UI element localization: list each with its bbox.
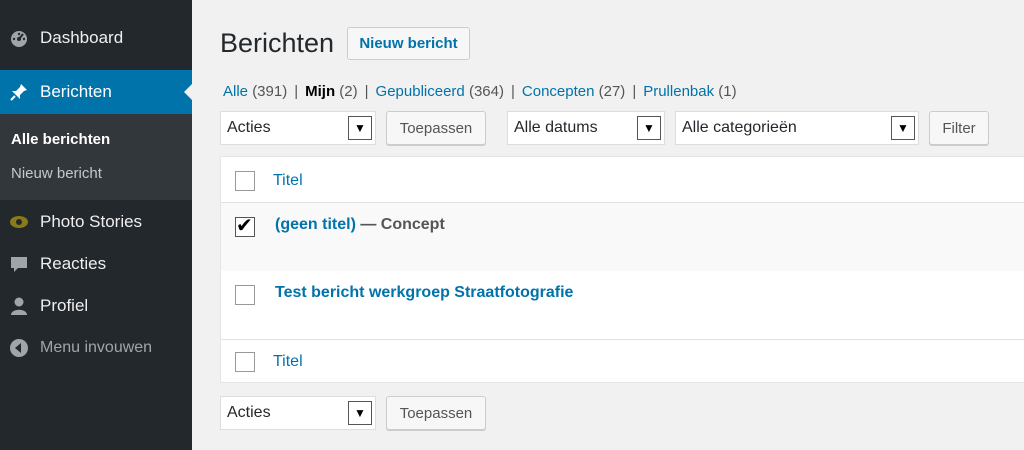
post-title-link[interactable]: (geen titel) — Concept — [275, 216, 445, 234]
eye-icon — [8, 211, 30, 233]
select-all-checkbox[interactable] — [235, 171, 255, 191]
collapse-icon — [8, 337, 30, 359]
filter-link-concepten[interactable]: Concepten (27) — [522, 83, 625, 100]
filter-button[interactable]: Filter — [929, 111, 989, 145]
chevron-down-icon: ▼ — [891, 116, 915, 140]
separator: | — [632, 83, 637, 100]
user-icon — [8, 295, 30, 317]
date-filter-select[interactable]: Alle datums ▼ — [507, 111, 665, 145]
separator: | — [364, 83, 369, 100]
submenu-berichten: Alle berichten Nieuw bericht — [0, 114, 192, 200]
separator: | — [510, 83, 515, 100]
menu-label: Berichten — [40, 82, 112, 101]
chevron-down-icon: ▼ — [637, 116, 661, 140]
filter-link-prullenbak[interactable]: Prullenbak (1) — [643, 83, 736, 100]
submenu-item-alle-berichten[interactable]: Alle berichten — [11, 131, 110, 148]
dashboard-icon — [8, 27, 30, 49]
menu-item-berichten[interactable]: Berichten — [0, 70, 192, 114]
select-all-checkbox-footer[interactable] — [235, 352, 255, 372]
table-row: Test bericht werkgroep Straatfotografie — [221, 271, 1024, 339]
menu-item-photo-stories[interactable]: Photo Stories — [0, 206, 192, 238]
apply-button-top[interactable]: Toepassen — [386, 111, 486, 145]
menu-label: Photo Stories — [40, 212, 143, 231]
menu-label: Profiel — [40, 296, 89, 315]
separator: | — [294, 83, 299, 100]
page-title: Berichten — [220, 28, 335, 58]
row-checkbox[interactable]: ✔ — [235, 215, 255, 237]
post-title-link[interactable]: Test bericht werkgroep Straatfotografie — [275, 284, 573, 302]
menu-label: Reacties — [40, 254, 107, 273]
checkmark-icon: ✔ — [236, 215, 253, 237]
admin-sidebar: Dashboard Berichten Alle berichten Nieuw… — [0, 0, 192, 450]
menu-label: Menu invouwen — [40, 339, 153, 356]
menu-item-reacties[interactable]: Reacties — [0, 248, 192, 280]
menu-label: Dashboard — [40, 28, 124, 47]
submenu-item-nieuw-bericht[interactable]: Nieuw bericht — [11, 165, 102, 182]
row-checkbox[interactable] — [235, 285, 255, 305]
column-footer-title[interactable]: Titel — [273, 353, 303, 371]
table-row: ✔ (geen titel) — Concept — [221, 203, 1024, 271]
table-header-row: Titel — [221, 157, 1024, 203]
chevron-down-icon: ▼ — [348, 401, 372, 425]
post-state: — Concept — [355, 216, 445, 233]
posts-table: Titel ✔ (geen titel) — Concept Test beri… — [220, 156, 1024, 383]
filter-link-mijn[interactable]: Mijn (2) — [305, 83, 358, 100]
bulk-action-select-bottom[interactable]: Acties ▼ — [220, 396, 376, 430]
select-value: Acties — [227, 119, 271, 136]
column-header-title[interactable]: Titel — [273, 172, 303, 190]
apply-button-bottom[interactable]: Toepassen — [386, 396, 486, 430]
post-status-filters: Alle (391) | Mijn (2) | Gepubliceerd (364) | C… — [223, 83, 737, 100]
menu-item-dashboard[interactable]: Dashboard — [0, 22, 192, 54]
menu-item-profiel[interactable]: Profiel — [0, 290, 192, 322]
select-value: Acties — [227, 404, 271, 421]
select-value: Alle categorieën — [682, 119, 797, 136]
bulk-action-select-top[interactable]: Acties ▼ — [220, 111, 376, 145]
chevron-down-icon: ▼ — [348, 116, 372, 140]
comment-icon — [8, 253, 30, 275]
pin-icon — [8, 81, 30, 103]
category-filter-select[interactable]: Alle categorieën ▼ — [675, 111, 919, 145]
table-footer-row: Titel — [221, 339, 1024, 384]
new-post-button[interactable]: Nieuw bericht — [347, 27, 470, 60]
menu-collapse-button[interactable]: Menu invouwen — [0, 332, 192, 364]
filter-link-gepubliceerd[interactable]: Gepubliceerd (364) — [376, 83, 504, 100]
select-value: Alle datums — [514, 119, 598, 136]
filter-link-alle[interactable]: Alle (391) — [223, 83, 287, 100]
